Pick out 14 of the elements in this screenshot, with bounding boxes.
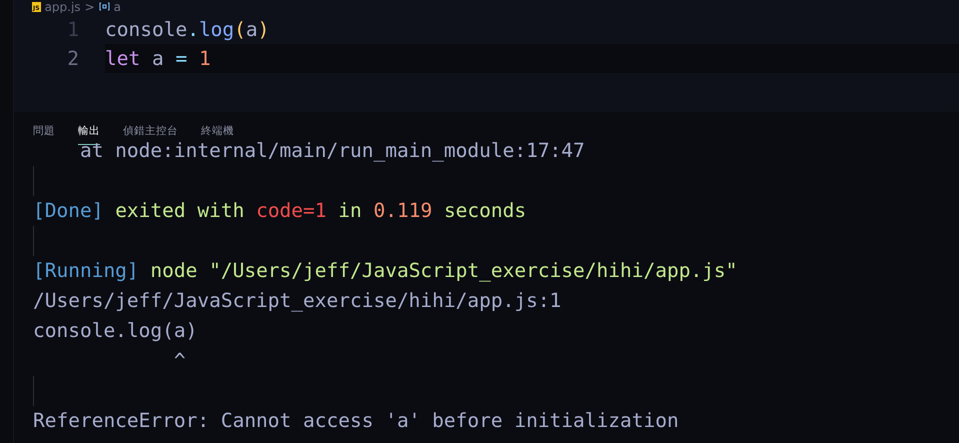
symbol-icon [98, 2, 110, 11]
breadcrumb-symbol[interactable]: a [114, 0, 121, 13]
output-line: ^ [172, 349, 186, 372]
output-line: ReferenceError: Cannot access 'a' before initialization [33, 409, 679, 432]
output-line: console.log(a) [33, 319, 198, 342]
panel-tab[interactable]: 問題 [33, 124, 55, 145]
output-line: /Users/jeff/JavaScript_exercise/hihi/app.js:1 [33, 289, 562, 312]
code-line: console.log(a) [105, 17, 270, 43]
panel-tab[interactable]: 輸出 [78, 124, 100, 145]
output-line: [Done] exited with code=1 in 0.119 seconds [33, 199, 526, 222]
output-line: [Running] node "/Users/jeff/JavaScript_exercise/hihi/app.js" [33, 259, 738, 282]
breadcrumb-file[interactable]: app.js [44, 0, 81, 13]
line-number: 2 [66, 47, 79, 70]
breadcrumb-separator: > [84, 0, 95, 13]
